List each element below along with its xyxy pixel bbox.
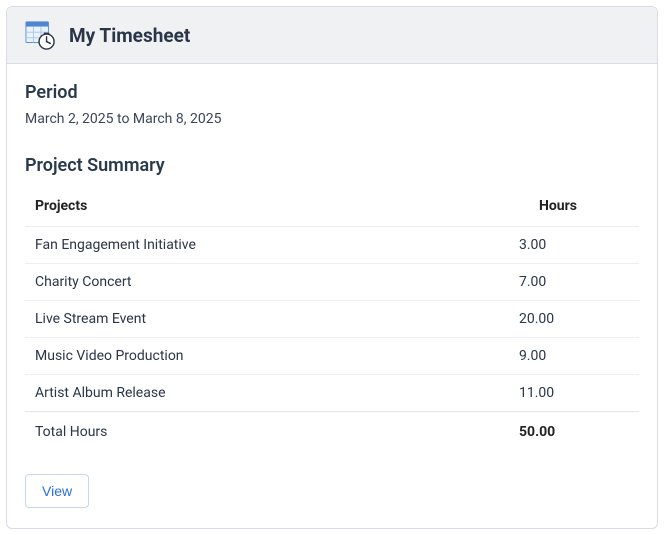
project-name: Charity Concert <box>25 264 509 301</box>
card-body: Period March 2, 2025 to March 8, 2025 Pr… <box>7 64 657 528</box>
project-hours: 7.00 <box>509 264 639 301</box>
card-title: My Timesheet <box>69 24 190 47</box>
project-summary-table: Projects Hours Fan Engagement Initiative… <box>25 190 639 450</box>
timesheet-icon <box>25 20 55 50</box>
table-row: Artist Album Release 11.00 <box>25 375 639 412</box>
table-row: Live Stream Event 20.00 <box>25 301 639 338</box>
period-text: March 2, 2025 to March 8, 2025 <box>25 111 639 127</box>
summary-heading: Project Summary <box>25 155 639 176</box>
project-hours: 11.00 <box>509 375 639 412</box>
total-label: Total Hours <box>25 412 509 451</box>
col-header-projects: Projects <box>25 190 509 227</box>
project-hours: 20.00 <box>509 301 639 338</box>
table-row: Fan Engagement Initiative 3.00 <box>25 227 639 264</box>
col-header-hours: Hours <box>509 190 639 227</box>
project-hours: 9.00 <box>509 338 639 375</box>
project-hours: 3.00 <box>509 227 639 264</box>
project-name: Fan Engagement Initiative <box>25 227 509 264</box>
total-value: 50.00 <box>509 412 639 451</box>
period-heading: Period <box>25 82 639 103</box>
table-row: Music Video Production 9.00 <box>25 338 639 375</box>
total-row: Total Hours 50.00 <box>25 412 639 451</box>
view-button[interactable]: View <box>25 474 89 508</box>
project-name: Live Stream Event <box>25 301 509 338</box>
project-name: Music Video Production <box>25 338 509 375</box>
card-header: My Timesheet <box>7 7 657 64</box>
table-row: Charity Concert 7.00 <box>25 264 639 301</box>
timesheet-card: My Timesheet Period March 2, 2025 to Mar… <box>6 6 658 529</box>
project-name: Artist Album Release <box>25 375 509 412</box>
